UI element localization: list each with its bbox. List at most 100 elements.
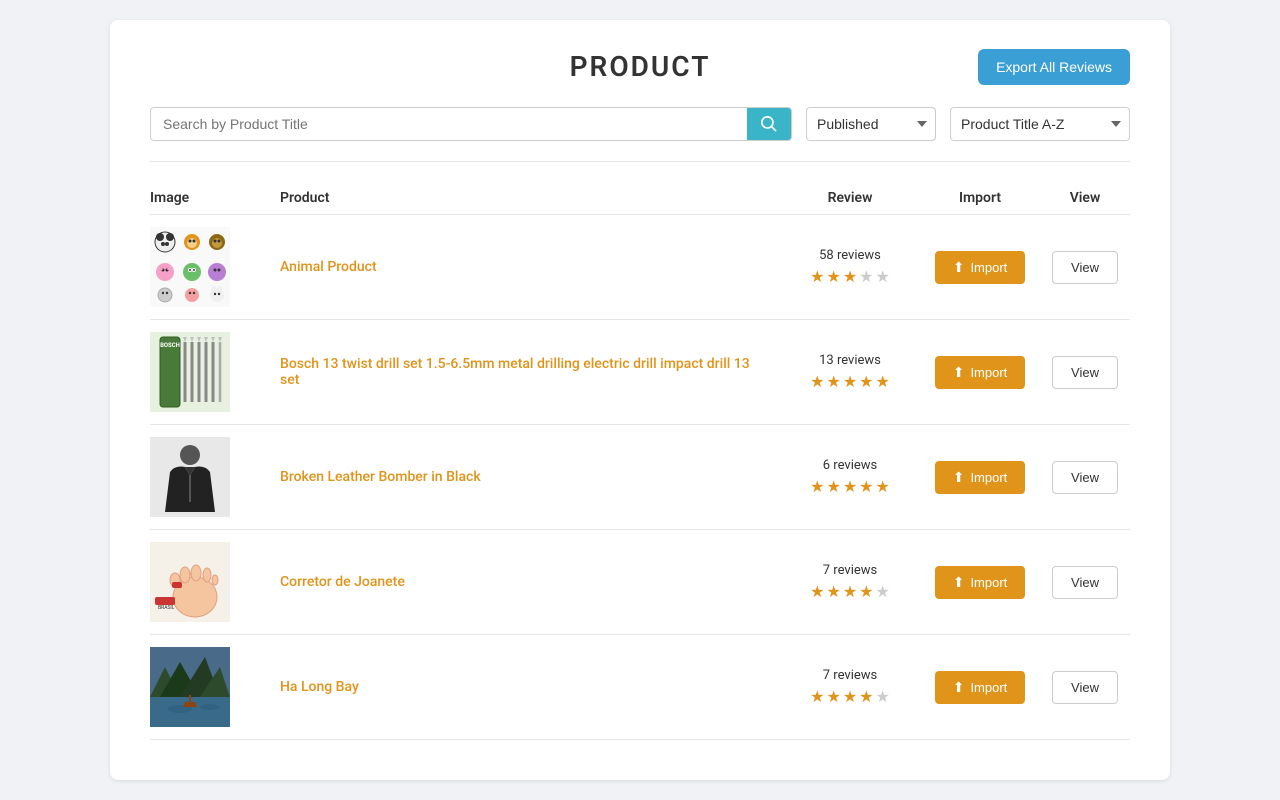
table-row: BOSCH Bosch 13 twist drill set 1.5-6.5mm…	[150, 320, 1130, 425]
status-filter-select[interactable]: Published Draft Archived	[806, 107, 936, 141]
view-button-label: View	[1071, 470, 1099, 485]
star-half: ★	[859, 687, 873, 706]
view-button-label: View	[1071, 680, 1099, 695]
search-wrapper	[150, 107, 792, 141]
view-button[interactable]: View	[1052, 461, 1118, 494]
star-full: ★	[859, 477, 873, 496]
export-all-reviews-button[interactable]: Export All Reviews	[978, 49, 1130, 85]
import-button[interactable]: ⬆ Import	[935, 356, 1026, 389]
star-full: ★	[843, 477, 857, 496]
star-empty: ★	[876, 267, 890, 286]
import-button[interactable]: ⬆ Import	[935, 461, 1026, 494]
view-button[interactable]: View	[1052, 356, 1118, 389]
star-full: ★	[826, 477, 840, 496]
import-button[interactable]: ⬆ Import	[935, 566, 1026, 599]
table-row: Broken Leather Bomber in Black 6 reviews…	[150, 425, 1130, 530]
product-title: Broken Leather Bomber in Black	[280, 469, 780, 485]
table-row: Ha Long Bay 7 reviews ★★★★★ ⬆ Import Vie…	[150, 635, 1130, 740]
review-count: 6 reviews	[780, 458, 920, 473]
star-full: ★	[810, 687, 824, 706]
product-title: Corretor de Joanete	[280, 574, 780, 590]
star-rating: ★★★★★	[780, 372, 920, 391]
col-header-import: Import	[920, 190, 1040, 206]
product-title: Ha Long Bay	[280, 679, 780, 695]
filters-row: Published Draft Archived Product Title A…	[150, 107, 1130, 162]
view-button-label: View	[1071, 260, 1099, 275]
star-full: ★	[810, 477, 824, 496]
star-full: ★	[810, 372, 824, 391]
review-cell: 58 reviews ★★★★★	[780, 248, 920, 286]
review-count: 7 reviews	[780, 563, 920, 578]
upload-icon: ⬆	[953, 574, 965, 591]
import-button[interactable]: ⬆ Import	[935, 251, 1026, 284]
col-header-review: Review	[780, 190, 920, 206]
product-image-container: BOSCH	[150, 332, 230, 412]
table-row: BRASIL Corretor de Joanete 7 reviews ★★★…	[150, 530, 1130, 635]
view-cell: View	[1040, 671, 1130, 704]
view-button[interactable]: View	[1052, 251, 1118, 284]
search-input[interactable]	[151, 108, 747, 140]
sort-filter-select[interactable]: Product Title A-Z Product Title Z-A Most…	[950, 107, 1130, 141]
star-full: ★	[843, 372, 857, 391]
star-full: ★	[826, 582, 840, 601]
star-full: ★	[876, 477, 890, 496]
star-full: ★	[810, 582, 824, 601]
view-cell: View	[1040, 251, 1130, 284]
star-full: ★	[876, 372, 890, 391]
review-cell: 13 reviews ★★★★★	[780, 353, 920, 391]
import-cell: ⬆ Import	[920, 461, 1040, 494]
import-cell: ⬆ Import	[920, 356, 1040, 389]
star-empty: ★	[876, 582, 890, 601]
star-rating: ★★★★★	[780, 477, 920, 496]
review-cell: 6 reviews ★★★★★	[780, 458, 920, 496]
table-header: Image Product Review Import View	[150, 182, 1130, 215]
product-image-container: BRASIL	[150, 542, 230, 622]
upload-icon: ⬆	[953, 469, 965, 486]
col-header-view: View	[1040, 190, 1130, 206]
star-full: ★	[843, 582, 857, 601]
star-full: ★	[826, 372, 840, 391]
star-rating: ★★★★★	[780, 582, 920, 601]
product-image-container	[150, 647, 230, 727]
import-cell: ⬆ Import	[920, 671, 1040, 704]
star-full: ★	[843, 687, 857, 706]
view-button[interactable]: View	[1052, 566, 1118, 599]
star-full: ★	[859, 372, 873, 391]
review-count: 58 reviews	[780, 248, 920, 263]
review-count: 13 reviews	[780, 353, 920, 368]
col-header-product: Product	[280, 190, 780, 206]
product-title: Bosch 13 twist drill set 1.5-6.5mm metal…	[280, 356, 780, 388]
review-count: 7 reviews	[780, 668, 920, 683]
star-full: ★	[826, 267, 840, 286]
search-icon	[761, 116, 777, 132]
view-cell: View	[1040, 356, 1130, 389]
star-half: ★	[859, 582, 873, 601]
star-rating: ★★★★★	[780, 267, 920, 286]
view-cell: View	[1040, 461, 1130, 494]
table-body: Animal Product 58 reviews ★★★★★ ⬆ Import…	[150, 215, 1130, 740]
review-cell: 7 reviews ★★★★★	[780, 563, 920, 601]
review-cell: 7 reviews ★★★★★	[780, 668, 920, 706]
star-empty: ★	[876, 687, 890, 706]
import-cell: ⬆ Import	[920, 251, 1040, 284]
view-button-label: View	[1071, 365, 1099, 380]
import-cell: ⬆ Import	[920, 566, 1040, 599]
svg-text:BOSCH: BOSCH	[160, 342, 180, 349]
star-full: ★	[843, 267, 857, 286]
product-image-container	[150, 437, 230, 517]
upload-icon: ⬆	[953, 679, 965, 696]
star-full: ★	[810, 267, 824, 286]
import-button[interactable]: ⬆ Import	[935, 671, 1026, 704]
import-button-label: Import	[970, 575, 1007, 590]
svg-text:BRASIL: BRASIL	[158, 605, 175, 611]
star-empty: ★	[859, 267, 873, 286]
search-button[interactable]	[747, 108, 791, 140]
page-title: PRODUCT	[570, 50, 711, 83]
import-button-label: Import	[970, 365, 1007, 380]
star-rating: ★★★★★	[780, 687, 920, 706]
import-button-label: Import	[970, 470, 1007, 485]
product-image-container	[150, 227, 230, 307]
upload-icon: ⬆	[953, 364, 965, 381]
view-button[interactable]: View	[1052, 671, 1118, 704]
page-wrapper: PRODUCT Export All Reviews Published Dra…	[110, 20, 1170, 780]
